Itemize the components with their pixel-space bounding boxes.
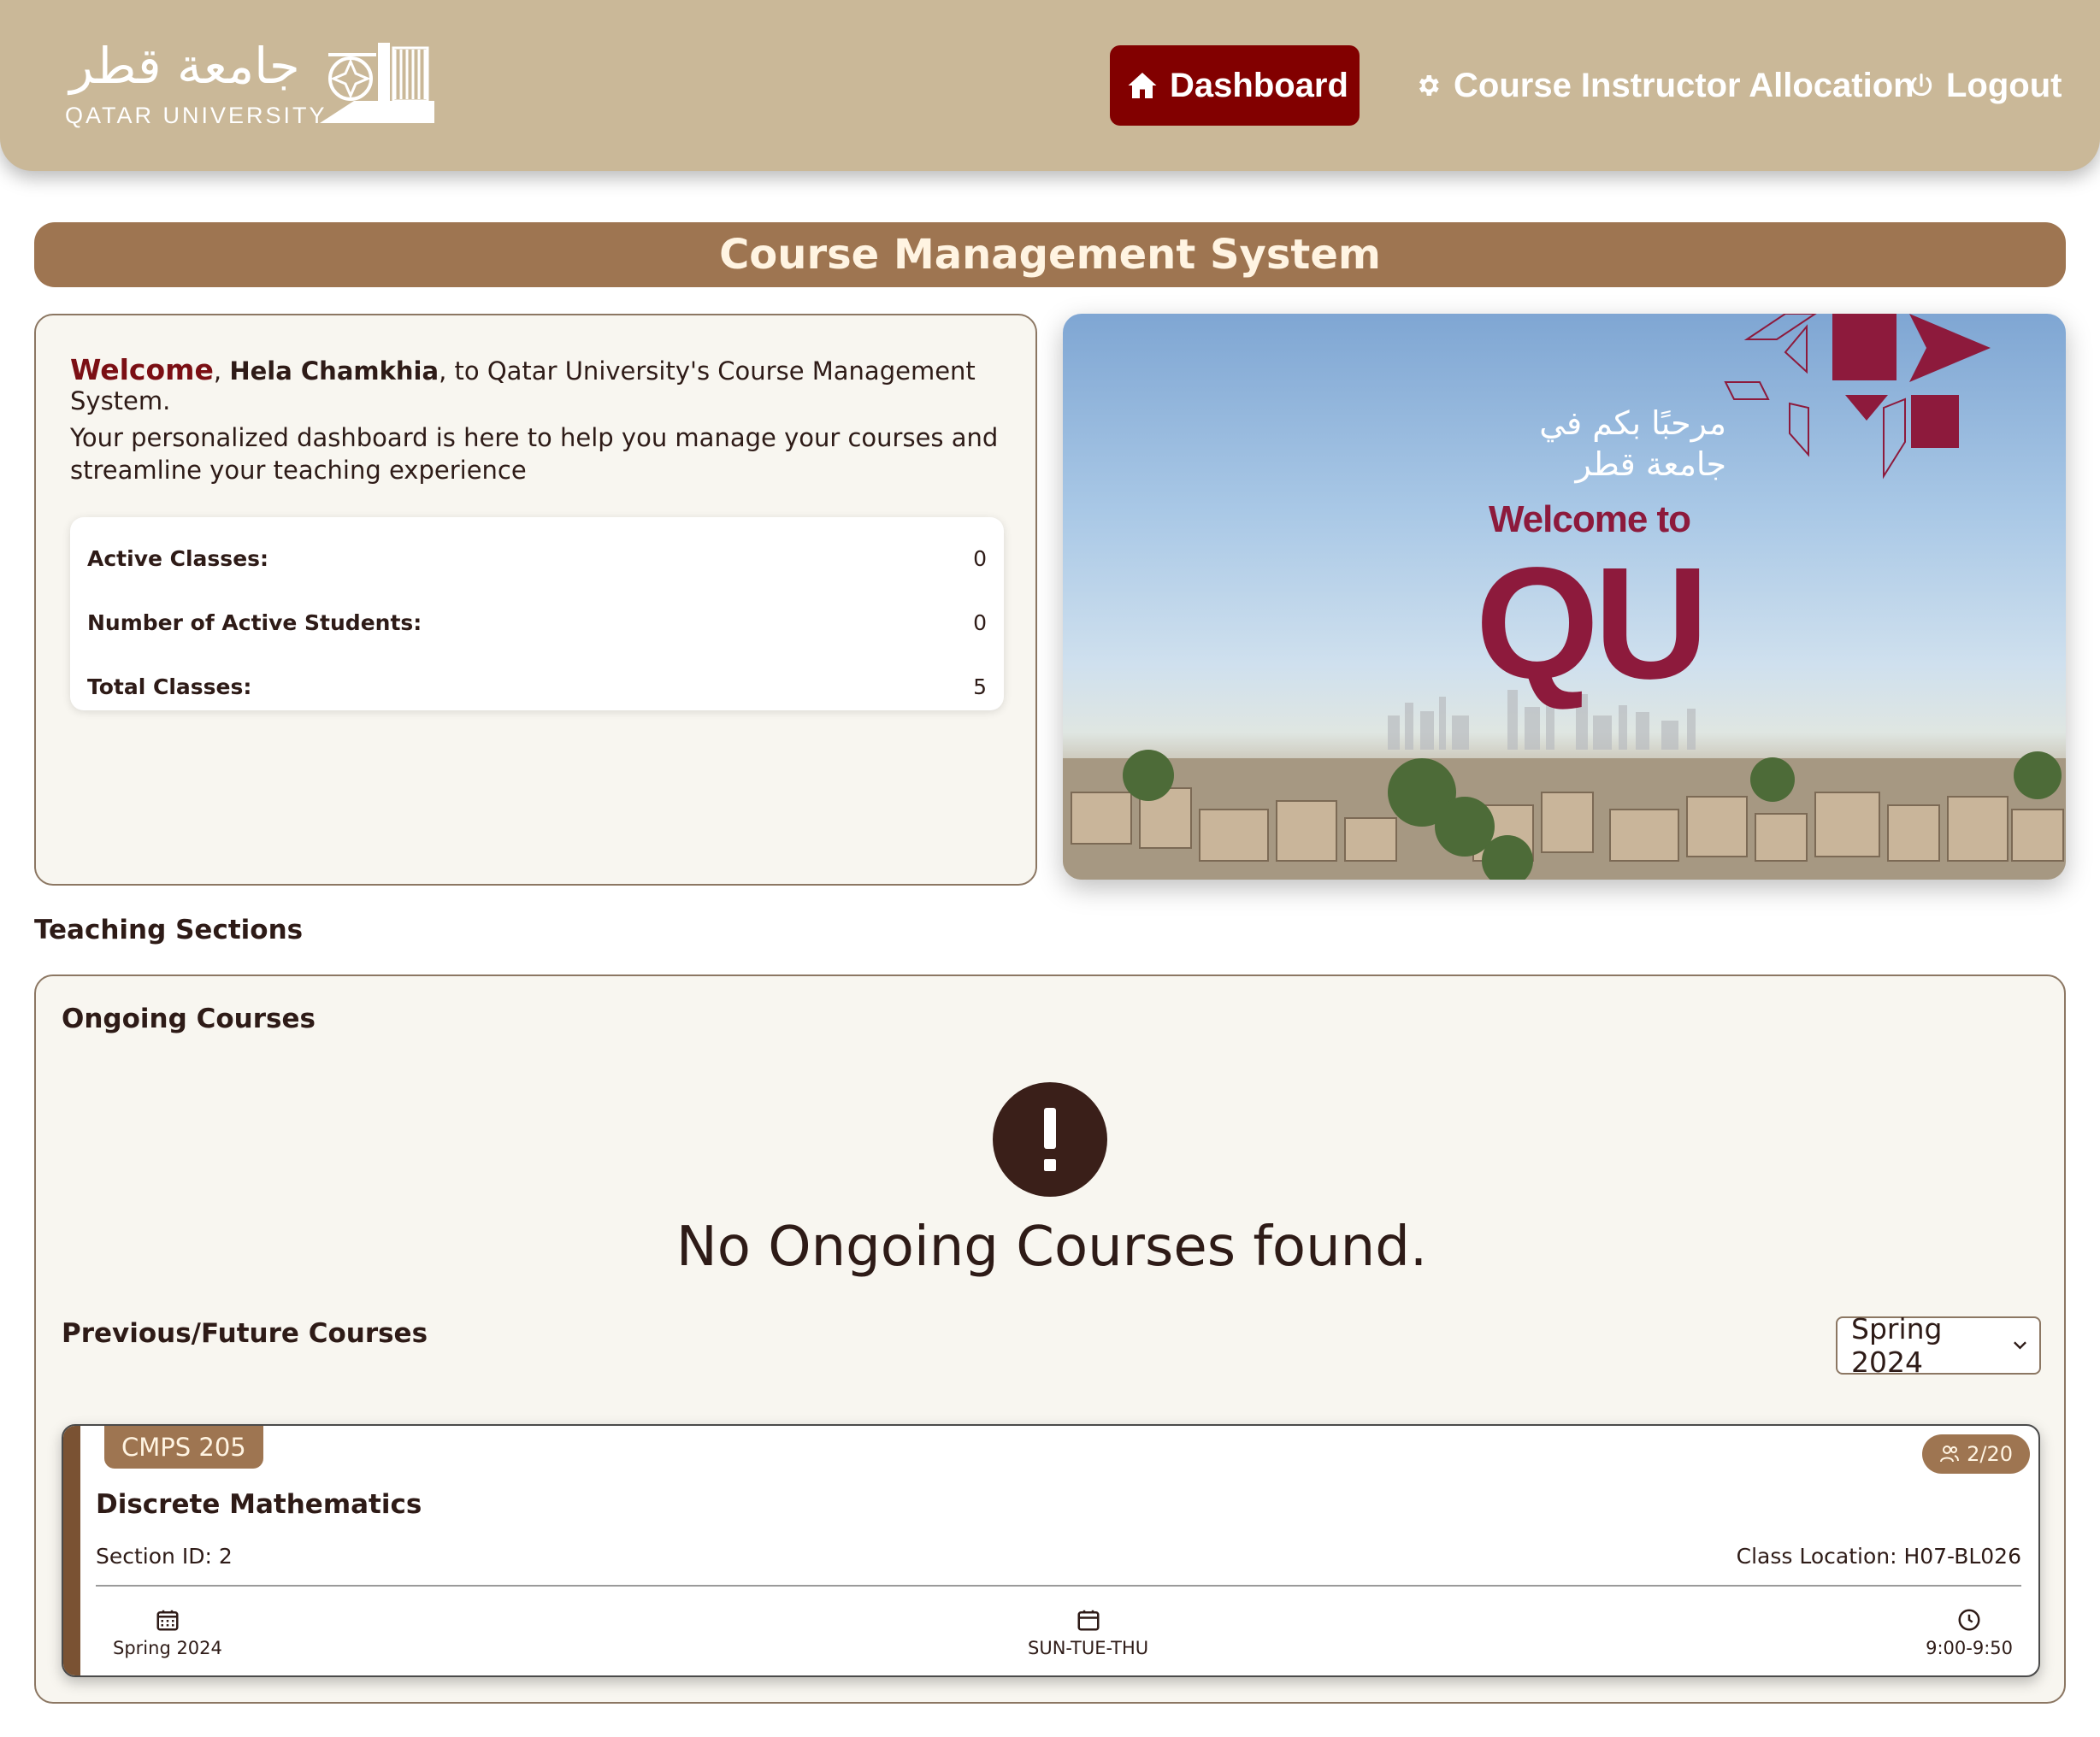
stat-label: Active Classes: [87, 545, 269, 571]
course-term: Spring 2024 [113, 1607, 222, 1658]
course-name: Discrete Mathematics [96, 1489, 422, 1520]
hero-arabic-line-1: مرحبًا بكم في [1539, 404, 1726, 442]
hero-brand-text: QU [1475, 535, 1709, 712]
home-icon [1128, 73, 1157, 98]
gear-icon [1419, 75, 1439, 96]
stat-active-classes: Active Classes: 0 [87, 541, 987, 575]
course-card[interactable]: CMPS 205 2/20 Discrete Mathematics Secti… [62, 1424, 2040, 1677]
university-emblem-icon [320, 43, 434, 123]
welcome-description: Your personalized dashboard is here to h… [70, 423, 999, 485]
stat-label: Number of Active Students: [87, 609, 422, 635]
term-select[interactable]: Spring 2024 [1836, 1312, 2041, 1379]
course-divider [96, 1585, 2021, 1587]
power-icon [1910, 73, 1932, 97]
enrollment-count: 2/20 [1967, 1442, 2013, 1466]
term-select-value: Spring 2024 [1851, 1312, 1943, 1379]
course-card-accent [63, 1426, 80, 1675]
top-navbar: جامعة قطر QATAR UNIVERSITY Dashboard Cou… [0, 0, 2100, 171]
instructor-name: Hela Chamkhia [229, 356, 439, 386]
teaching-sections-heading: Teaching Sections [34, 915, 304, 945]
ongoing-courses-title: Ongoing Courses [62, 1004, 316, 1034]
nav-course-instructor-allocation-button[interactable]: Course Instructor Allocation [1397, 45, 1932, 126]
nav-allocation-label: Course Instructor Allocation [1454, 66, 1914, 104]
calendar-days-icon [1077, 1610, 1100, 1631]
welcome-message: Welcome, Hela Chamkhia, to Qatar Univers… [70, 353, 1035, 415]
nav-logout-label: Logout [1946, 66, 2062, 104]
stats-panel: Active Classes: 0 Number of Active Stude… [70, 517, 1004, 710]
stat-value: 0 [973, 609, 987, 635]
welcome-greeting: Welcome [70, 353, 214, 386]
stat-active-students: Number of Active Students: 0 [87, 605, 987, 639]
nav-logout-button[interactable]: Logout [1891, 45, 2079, 126]
nav-dashboard-label: Dashboard [1170, 66, 1348, 104]
hero-arabic-line-2: جامعة قطر [1575, 445, 1726, 483]
course-term-label: Spring 2024 [113, 1638, 222, 1658]
stat-value: 0 [973, 545, 987, 571]
course-time: 9:00-9:50 [1926, 1607, 2013, 1658]
logo-arabic-text: جامعة قطر [69, 37, 300, 95]
previous-future-courses-title: Previous/Future Courses [62, 1318, 428, 1349]
hero-arabic-welcome: مرحبًا بكم في جامعة قطر [1453, 403, 1726, 485]
chevron-down-icon [2014, 1341, 2026, 1350]
stat-value: 5 [973, 674, 987, 699]
logo-english-text: QATAR UNIVERSITY [65, 103, 327, 128]
stat-total-classes: Total Classes: 5 [87, 669, 987, 704]
page-title-bar: Course Management System [34, 222, 2066, 287]
course-days: SUN-TUE-THU [1028, 1607, 1148, 1658]
welcome-card: Welcome, Hela Chamkhia, to Qatar Univers… [34, 314, 1037, 886]
welcome-banner-image: مرحبًا بكم في جامعة قطر Welcome to QU [1063, 314, 2066, 880]
nav-dashboard-button[interactable]: Dashboard [1110, 45, 1360, 126]
qatar-university-logo[interactable]: جامعة قطر QATAR UNIVERSITY [65, 41, 450, 135]
enrollment-badge: 2/20 [1922, 1434, 2030, 1474]
course-location: Class Location: H07-BL026 [1736, 1544, 2021, 1569]
courses-panel: Ongoing Courses No Ongoing Courses found… [34, 974, 2066, 1704]
stat-label: Total Classes: [87, 674, 252, 699]
clock-icon [1958, 1609, 1980, 1631]
empty-state-message: No Ongoing Courses found. [675, 1216, 1428, 1279]
course-section-id: Section ID: 2 [96, 1544, 233, 1569]
course-days-label: SUN-TUE-THU [1028, 1638, 1149, 1658]
course-code-badge: CMPS 205 [104, 1426, 263, 1469]
course-time-label: 9:00-9:50 [1926, 1638, 2013, 1658]
exclamation-icon [993, 1082, 1107, 1197]
page-title: Course Management System [719, 231, 1381, 279]
welcome-separator: , [213, 356, 230, 386]
users-icon [1940, 1446, 1960, 1463]
calendar-icon [156, 1610, 179, 1631]
